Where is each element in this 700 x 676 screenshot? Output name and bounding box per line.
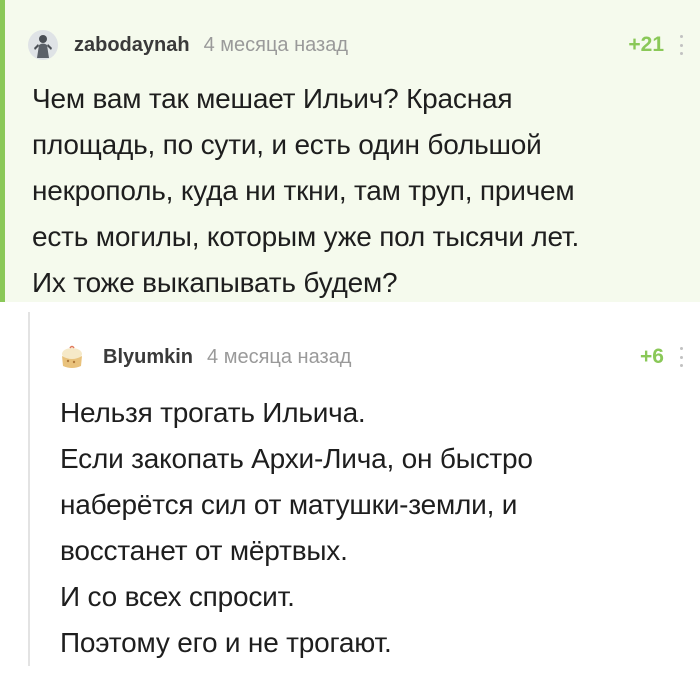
comment-text-line: И со всех спросит.: [60, 581, 295, 612]
user-avatar-cake-icon[interactable]: [57, 342, 87, 372]
comment-header: zabodaynah 4 месяца назад +21: [28, 28, 686, 62]
comment-text: Нельзя трогать Ильича. Если закопать Арх…: [60, 390, 680, 666]
vertical-ellipsis-icon[interactable]: [676, 347, 686, 367]
vertical-ellipsis-icon[interactable]: [676, 35, 686, 55]
comment-text-line: наберётся сил от матушки-земли, и: [60, 489, 518, 520]
comment-timestamp[interactable]: 4 месяца назад: [204, 34, 348, 57]
comment: zabodaynah 4 месяца назад +21 Чем вам та…: [0, 0, 700, 302]
comment-username[interactable]: Blyumkin: [103, 346, 193, 369]
comment-text-line: Нельзя трогать Ильича.: [60, 397, 366, 428]
comment-header: Blyumkin 4 месяца назад +6: [57, 340, 686, 374]
comment-text: Чем вам так мешает Ильич? Красная площад…: [32, 83, 580, 298]
comment-text-line: Поэтому его и не трогают.: [60, 627, 392, 658]
comment-timestamp[interactable]: 4 месяца назад: [207, 346, 351, 369]
user-avatar-figure-icon[interactable]: [28, 30, 58, 60]
comment-rating: +6: [640, 345, 664, 368]
thread-line[interactable]: [28, 312, 30, 666]
comment-text-line: Если закопать Архи-Лича, он быстро: [60, 443, 533, 474]
comment-rating: +21: [628, 33, 664, 56]
comment-text-line: восстанет от мёртвых.: [60, 535, 348, 566]
reply-comment: Blyumkin 4 месяца назад +6 Нельзя трогат…: [0, 302, 700, 676]
comment-username[interactable]: zabodaynah: [74, 34, 190, 57]
